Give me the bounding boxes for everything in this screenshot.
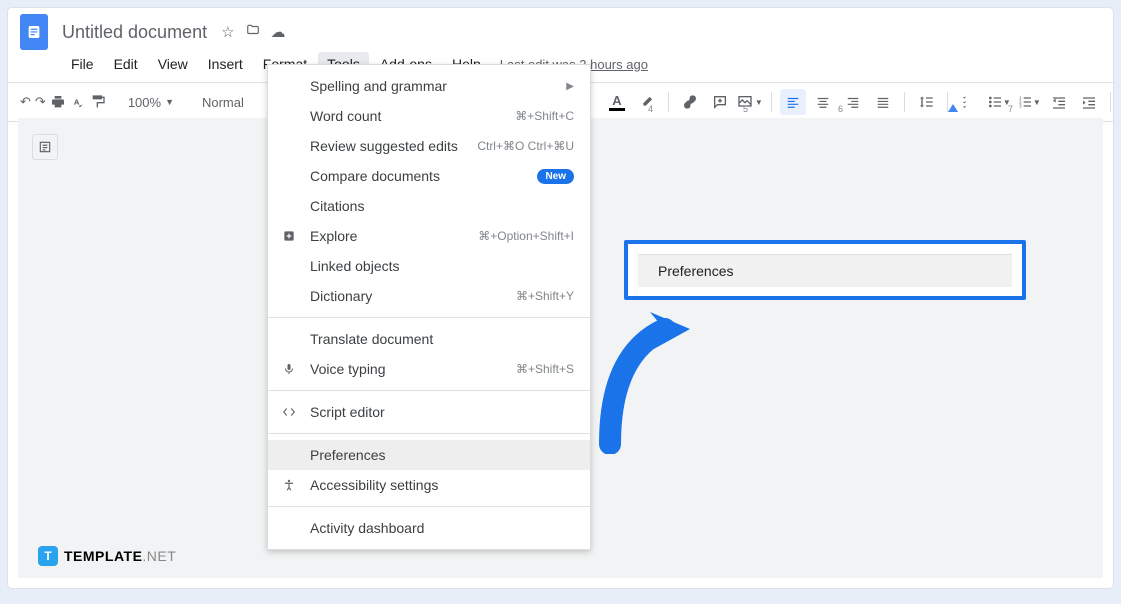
chevron-right-icon: ▶ <box>566 81 574 92</box>
redo-button[interactable]: ↷ <box>35 89 46 115</box>
menu-accessibility[interactable]: Accessibility settings <box>268 470 590 500</box>
new-badge: New <box>537 169 574 184</box>
separator <box>268 317 590 318</box>
separator <box>268 506 590 507</box>
spellcheck-button[interactable] <box>70 89 86 115</box>
separator <box>268 390 590 391</box>
star-icon[interactable]: ☆ <box>221 23 234 41</box>
separator <box>268 433 590 434</box>
menu-voice-typing[interactable]: Voice typing ⌘+Shift+S <box>268 354 590 384</box>
outline-toggle[interactable] <box>32 134 58 160</box>
zoom-dropdown[interactable]: 100%▼ <box>122 95 180 110</box>
menu-spelling[interactable]: Spelling and grammar ▶ <box>268 71 590 101</box>
menu-translate[interactable]: Translate document <box>268 324 590 354</box>
tools-dropdown: Spelling and grammar ▶ Word count ⌘+Shif… <box>267 64 591 550</box>
branding-logo: T TEMPLATE.NET <box>38 546 176 566</box>
menu-script-editor[interactable]: Script editor <box>268 397 590 427</box>
menu-review-edits[interactable]: Review suggested edits Ctrl+⌘O Ctrl+⌘U <box>268 131 590 161</box>
ruler: 4 5 6 7 <box>608 102 1105 116</box>
print-button[interactable] <box>50 89 66 115</box>
menu-insert[interactable]: Insert <box>199 52 252 76</box>
menu-view[interactable]: View <box>149 52 197 76</box>
menu-dictionary[interactable]: Dictionary ⌘+Shift+Y <box>268 281 590 311</box>
arrow-icon <box>590 294 710 454</box>
callout-label: Preferences <box>638 255 1012 287</box>
menu-file[interactable]: File <box>62 52 103 76</box>
document-title[interactable]: Untitled document <box>62 22 207 43</box>
move-icon[interactable] <box>245 23 261 41</box>
cloud-icon[interactable]: ☁ <box>271 23 286 41</box>
menu-edit[interactable]: Edit <box>105 52 147 76</box>
accessibility-icon <box>280 476 298 494</box>
callout-box: Preferences <box>624 240 1026 300</box>
menu-citations[interactable]: Citations <box>268 191 590 221</box>
menu-activity-dashboard[interactable]: Activity dashboard <box>268 513 590 543</box>
script-icon <box>280 403 298 421</box>
undo-button[interactable]: ↶ <box>20 89 31 115</box>
explore-icon <box>280 227 298 245</box>
styles-dropdown[interactable]: Normal <box>196 95 250 110</box>
menu-explore[interactable]: Explore ⌘+Option+Shift+I <box>268 221 590 251</box>
mic-icon <box>280 360 298 378</box>
menu-compare[interactable]: Compare documents New <box>268 161 590 191</box>
docs-icon[interactable] <box>20 14 48 50</box>
logo-badge: T <box>38 546 58 566</box>
menu-preferences[interactable]: Preferences <box>268 440 590 470</box>
menu-linked-objects[interactable]: Linked objects <box>268 251 590 281</box>
paint-format-button[interactable] <box>90 89 106 115</box>
menu-word-count[interactable]: Word count ⌘+Shift+C <box>268 101 590 131</box>
